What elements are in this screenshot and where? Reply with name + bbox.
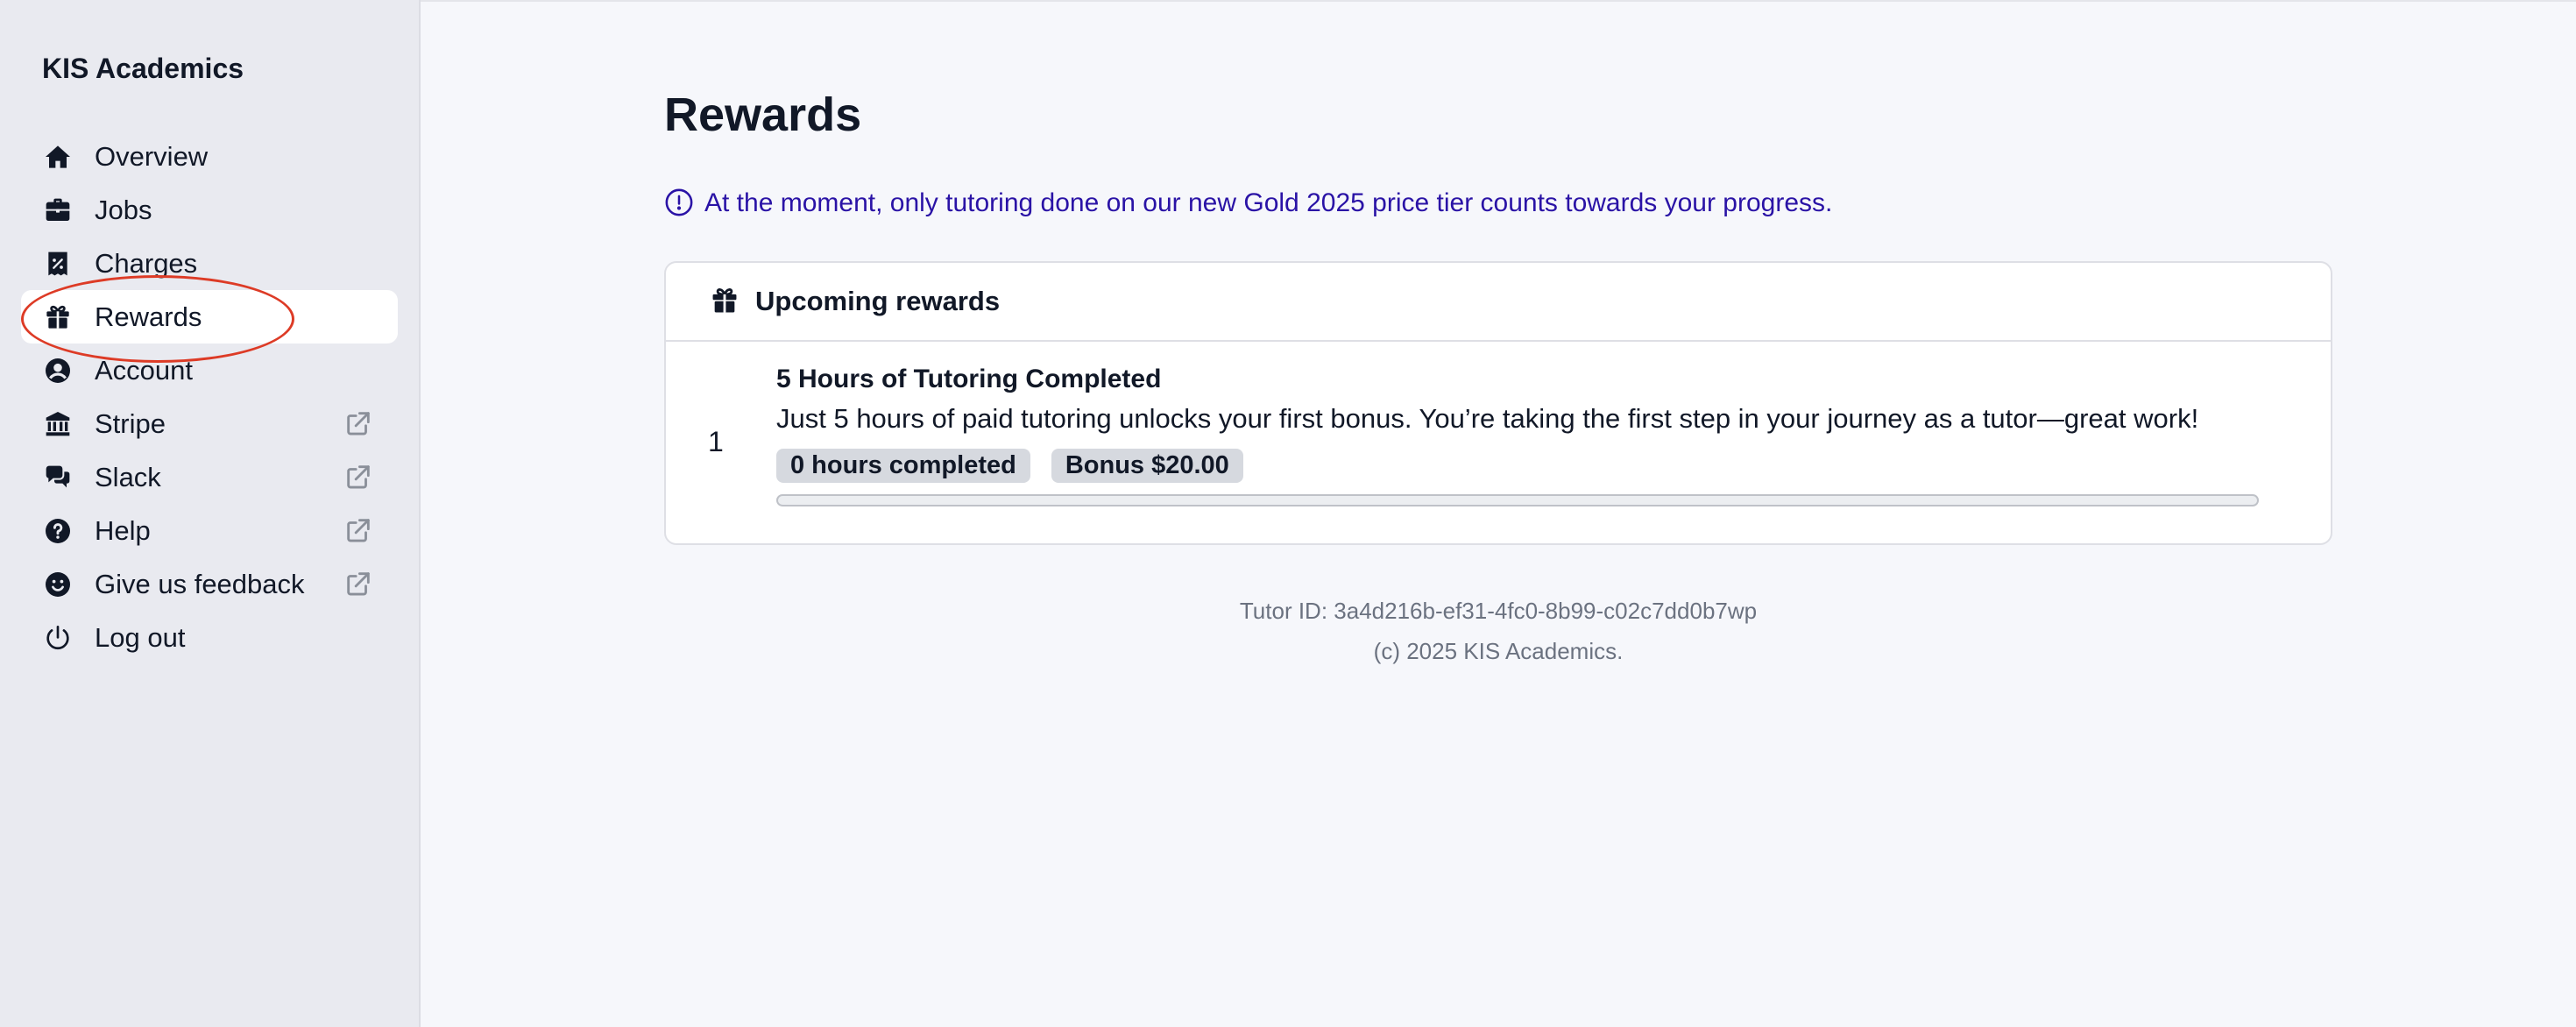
chat-bubbles-icon [42,462,74,493]
gift-icon [42,301,74,333]
sidebar-item-charges[interactable]: Charges [21,237,398,290]
sidebar-item-slack[interactable]: Slack [21,450,398,504]
page-title: Rewards [664,89,862,141]
external-link-icon [343,569,375,600]
info-notice: At the moment, only tutoring done on our… [664,188,1832,219]
reward-item: 1 5 Hours of Tutoring Completed Just 5 h… [666,342,2331,545]
info-circle-icon [664,188,696,219]
receipt-percent-icon [42,248,74,280]
question-circle-icon [42,515,74,547]
reward-progress-bar [776,494,2259,506]
external-link-icon [343,408,375,440]
sidebar-item-label: Stripe [95,407,166,439]
copyright: (c) 2025 KIS Academics. [1373,638,1624,664]
reward-badges: 0 hours completed Bonus $20.00 [776,449,1243,483]
top-divider [421,0,2576,2]
external-link-icon [343,515,375,547]
hours-badge: 0 hours completed [776,449,1030,483]
sidebar-item-label: Charges [95,247,198,279]
sidebar-item-logout[interactable]: Log out [21,611,398,664]
tutor-id: Tutor ID: 3a4d216b-ef31-4fc0-8b99-c02c7d… [1239,598,1758,624]
upcoming-rewards-card: Upcoming rewards 1 5 Hours of Tutoring C… [664,261,2332,545]
sidebar-item-label: Account [95,354,194,386]
sidebar-item-rewards[interactable]: Rewards [21,290,398,344]
sidebar-item-label: Give us feedback [95,568,305,599]
card-header: Upcoming rewards [666,263,2331,342]
bank-icon [42,408,74,440]
power-icon [42,622,74,654]
footer: Tutor ID: 3a4d216b-ef31-4fc0-8b99-c02c7d… [664,591,2332,671]
user-circle-icon [42,355,74,386]
sidebar-item-help[interactable]: Help [21,504,398,557]
reward-number: 1 [708,426,724,457]
sidebar-item-account[interactable]: Account [21,344,398,397]
sidebar-item-label: Rewards [95,301,202,332]
sidebar-item-label: Slack [95,461,161,492]
sidebar-item-label: Help [95,514,151,546]
sidebar-item-label: Overview [95,140,209,172]
sidebar-item-stripe[interactable]: Stripe [21,397,398,450]
brand-title: KIS Academics [42,53,244,84]
sidebar-item-label: Log out [95,621,186,653]
sidebar-item-label: Jobs [95,194,152,225]
reward-description: Just 5 hours of paid tutoring unlocks yo… [776,403,2199,434]
external-link-icon [343,462,375,493]
reward-title: 5 Hours of Tutoring Completed [776,365,1162,393]
bonus-badge: Bonus $20.00 [1051,449,1243,483]
home-icon [42,141,74,173]
sidebar-item-overview[interactable]: Overview [21,130,398,183]
sidebar-item-jobs[interactable]: Jobs [21,183,398,237]
sidebar-nav: Overview Jobs Charges Rewards Account St… [21,130,398,664]
sidebar: KIS Academics Overview Jobs Charges Rewa… [0,0,421,1027]
card-title: Upcoming rewards [755,286,1001,316]
notice-text: At the moment, only tutoring done on our… [704,188,1833,217]
sidebar-item-feedback[interactable]: Give us feedback [21,557,398,611]
gift-icon [710,286,741,317]
briefcase-icon [42,195,74,226]
smiley-icon [42,569,74,600]
